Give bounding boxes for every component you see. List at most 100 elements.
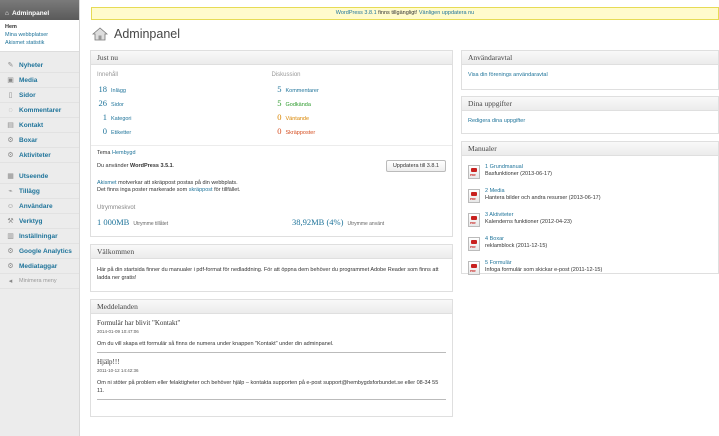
storage-info: 1 000MB Utrymme tillåtet 38,92MB (4%) Utry… [97, 217, 446, 227]
sidebar-item-sidor[interactable]: ▯ Sidor [0, 88, 79, 103]
stat-row[interactable]: 1 Kategori [97, 112, 272, 126]
panel-title[interactable]: Manualer [462, 142, 718, 156]
version-prefix: Du använder [97, 163, 131, 169]
manual-name[interactable]: 3 Aktiviteter [485, 212, 572, 218]
pdf-icon: PDF [468, 165, 480, 179]
stat-label[interactable]: Inlägg [111, 88, 126, 94]
theme-link[interactable]: Hembygd [112, 150, 136, 156]
stat-number[interactable]: 1 [97, 112, 107, 122]
sidebar-item-mediataggar[interactable]: ⚙ Mediataggar [0, 259, 79, 274]
sidebar-item-google-analytics[interactable]: ⚙ Google Analytics [0, 244, 79, 259]
sidebar-item-label: Nyheter [19, 61, 44, 69]
media-icon: ▣ [7, 77, 14, 84]
pdf-icon: PDF [468, 213, 480, 227]
submenu-item-mina-webbplatser[interactable]: Mina webbplatser [5, 32, 48, 38]
submenu-item-hem[interactable]: Hem [5, 23, 74, 31]
panel-title[interactable]: Just nu [91, 51, 452, 65]
akismet-text: motverkar att skräppost postas på din we… [116, 180, 238, 186]
manual-name[interactable]: 5 Formulär [485, 260, 602, 266]
stat-label[interactable]: Etiketter [111, 130, 131, 136]
page-title: Adminpanel [114, 27, 181, 41]
sidebar-item-media[interactable]: ▣ Media [0, 73, 79, 88]
sidebar-item-adminpanel[interactable]: ⌂ Adminpanel [0, 0, 79, 20]
stat-label[interactable]: Skräpposter [286, 130, 316, 136]
panel-title[interactable]: Meddelanden [91, 300, 452, 314]
manual-desc: Kalenderns funktioner (2012-04-23) [485, 219, 572, 225]
manual-name[interactable]: 2 Media [485, 188, 601, 194]
edit-details-link[interactable]: Redigera dina uppgifter [468, 118, 525, 124]
manual-desc: Basfunktioner (2013-06-17) [485, 171, 552, 177]
stat-label[interactable]: Godkända [286, 102, 311, 108]
box-icon: ⚙ [7, 137, 14, 144]
stat-label[interactable]: Kategori [111, 116, 132, 122]
storage-allowed-label: Utrymme tillåtet [133, 221, 169, 227]
sidebar-item-kontakt[interactable]: ▤ Kontakt [0, 118, 79, 133]
sidebar-top-label: Adminpanel [11, 9, 50, 17]
panel-title[interactable]: Välkommen [91, 245, 452, 259]
sidebar-item-label: Tillägg [19, 187, 40, 195]
discussion-column: Diskussion 5 Kommentarer 5 Godkända 0 Vänta… [272, 70, 447, 140]
settings-icon: ▥ [7, 233, 14, 240]
user-icon: ☺ [6, 202, 15, 210]
sidebar-item-aktiviteter[interactable]: ⚙ Aktiviteter [0, 148, 79, 163]
sidebar-item-boxar[interactable]: ⚙ Boxar [0, 133, 79, 148]
stat-row[interactable]: 0 Skräpposter [272, 126, 447, 140]
appearance-icon: ▦ [7, 173, 14, 180]
manual-item[interactable]: PDF 5 Formulär Infoga formulär som skicka… [468, 260, 712, 284]
manual-item[interactable]: PDF 4 Boxar reklamblock (2011-12-15) [468, 236, 712, 260]
collapse-menu-button[interactable]: ◂ Minimera meny [0, 274, 79, 289]
sidebar-item-label: Inställningar [19, 232, 58, 240]
sidebar-item-nyheter[interactable]: ✎ Nyheter [0, 58, 79, 73]
manual-name[interactable]: 1 Grundmanual [485, 164, 552, 170]
message-item: Formulär har blivit "Kontakt" 2014-01-09… [97, 319, 446, 353]
version-name: WordPress 3.5.1 [130, 163, 173, 169]
sidebar-item-kommentarer[interactable]: ◌ Kommentarer [0, 103, 79, 118]
pdf-icon: PDF [468, 237, 480, 251]
stat-number[interactable]: 5 [272, 98, 281, 108]
stat-number[interactable]: 0 [272, 126, 281, 136]
akismet-info: Akismet motverkar att skräppost postas p… [97, 180, 446, 194]
sidebar-item-installningar[interactable]: ▥ Inställningar [0, 229, 79, 244]
stat-label[interactable]: Sidor [111, 102, 124, 108]
sidebar-item-tillagg[interactable]: ⌁ Tillägg [0, 184, 79, 199]
stat-number[interactable]: 26 [97, 98, 108, 108]
house-icon [92, 27, 108, 41]
stat-row[interactable]: 26 Sidor [97, 98, 272, 112]
manual-name[interactable]: 4 Boxar [485, 236, 547, 242]
stat-label[interactable]: Väntande [286, 116, 310, 122]
sidebar-item-label: Aktiviteter [19, 151, 51, 159]
sidebar-item-anvandare[interactable]: ☺ Användare [0, 199, 79, 214]
storage-title: Utrymmeskvot [97, 205, 136, 211]
stat-number[interactable]: 18 [97, 84, 108, 94]
message-title: Formulär har blivit "Kontakt" [97, 319, 181, 327]
manual-item[interactable]: PDF 2 Media Hantera bilder och andra resu… [468, 188, 712, 212]
stat-number[interactable]: 0 [272, 112, 281, 122]
manual-item[interactable]: PDF 1 Grundmanual Basfunktioner (2013-06-… [468, 164, 712, 188]
sidebar-item-verktyg[interactable]: ⚒ Verktyg [0, 214, 79, 229]
user-agreement-link[interactable]: Visa din förenings användaravtal [468, 72, 548, 78]
stat-label[interactable]: Kommentarer [286, 88, 319, 94]
stat-row[interactable]: 0 Etiketter [97, 126, 272, 140]
sidebar-item-label: Kontakt [19, 121, 44, 129]
stat-row[interactable]: 5 Kommentarer [272, 84, 447, 98]
akismet-link[interactable]: Akismet [97, 180, 117, 186]
panel-title[interactable]: Dina uppgifter [462, 97, 718, 111]
submenu-item-akismet[interactable]: Akismet statistik [5, 40, 44, 46]
update-button[interactable]: Uppdatera till 3.8.1 [385, 160, 446, 172]
panel-title[interactable]: Användaravtal [462, 51, 718, 65]
wordpress-version-link[interactable]: WordPress 3.8.1 [336, 10, 377, 16]
stat-number[interactable]: 5 [272, 84, 281, 94]
storage-allowed-value: 1 000MB [97, 217, 130, 227]
stat-row[interactable]: 0 Väntande [272, 112, 447, 126]
sidebar-item-utseende[interactable]: ▦ Utseende [0, 169, 79, 184]
sidebar-item-label: Utseende [19, 172, 49, 180]
akismet-text: Det finns inga poster markerade som [97, 187, 189, 193]
sidebar-item-label: Boxar [19, 136, 38, 144]
update-now-link[interactable]: Vänligen uppdatera nu [419, 10, 474, 16]
spam-link[interactable]: skräppost [189, 187, 213, 193]
stat-number[interactable]: 0 [97, 126, 107, 136]
manual-desc: Infoga formulär som skickar e-post (2011… [485, 267, 603, 273]
stat-row[interactable]: 18 Inlägg [97, 84, 272, 98]
manual-item[interactable]: PDF 3 Aktiviteter Kalenderns funktioner (… [468, 212, 712, 236]
stat-row[interactable]: 5 Godkända [272, 98, 447, 112]
